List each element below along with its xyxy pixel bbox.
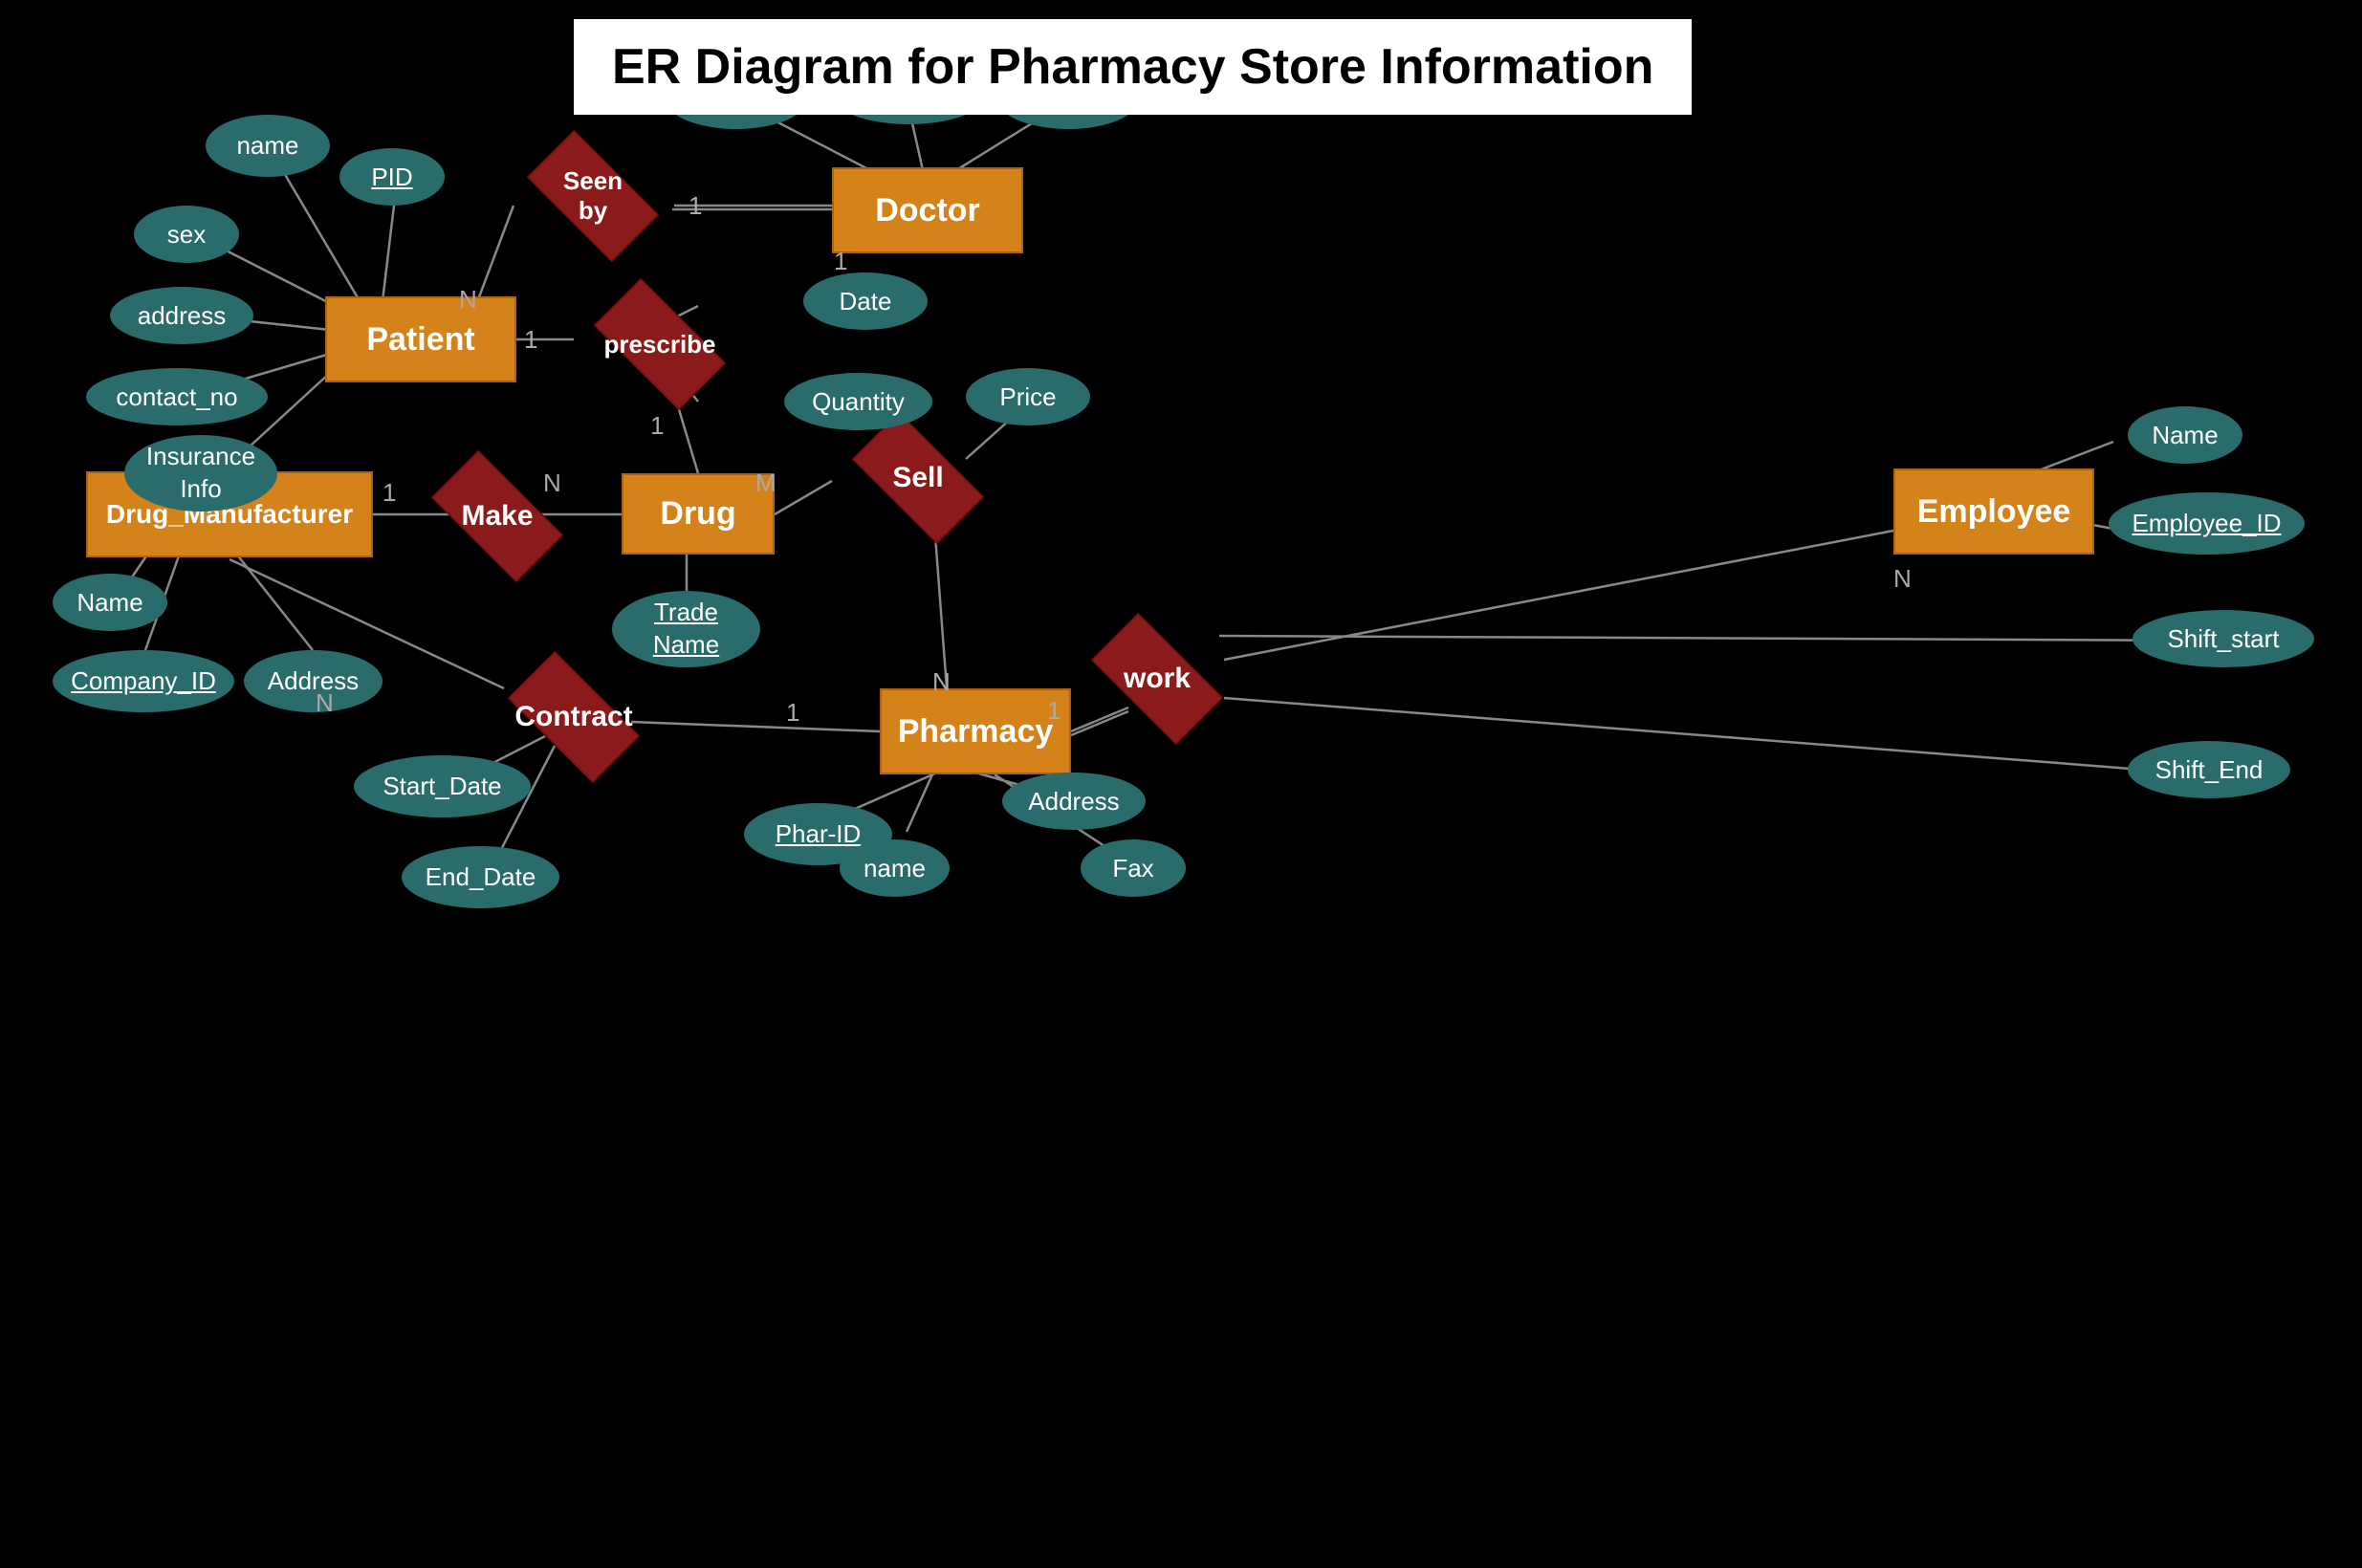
card-contract-mfr-n: N: [316, 688, 334, 718]
attr-contact-no: contact_no: [86, 368, 268, 425]
card-work-emp-n: N: [1893, 564, 1912, 594]
attr-company-id: Company_ID: [53, 650, 234, 712]
attr-name: name: [206, 115, 330, 177]
attr-insurance-info: InsuranceInfo: [124, 435, 277, 512]
card-doctor-1: 1: [834, 247, 847, 276]
card-make-n: N: [543, 468, 561, 498]
er-diagram: ER Diagram for Pharmacy Store Informatio…: [0, 0, 2362, 1568]
attr-quantity: Quantity: [784, 373, 932, 430]
card-drug-sell-m: M: [755, 468, 776, 498]
attr-sex: sex: [134, 206, 239, 263]
entity-drug: Drug: [622, 473, 775, 555]
attr-mfr-name: Name: [53, 574, 167, 631]
card-make-mfr-1: 1: [383, 478, 396, 508]
relationship-contract: Contract: [488, 669, 660, 765]
card-contract-phar-1: 1: [786, 698, 799, 728]
card-seen-doctor-1: 1: [689, 191, 702, 221]
card-prescribe-drug-1: 1: [650, 411, 664, 441]
attr-emp-name: Name: [2128, 406, 2242, 464]
diagram-title: ER Diagram for Pharmacy Store Informatio…: [574, 19, 1692, 115]
card-work-phar-n: N: [932, 667, 951, 697]
entity-doctor: Doctor: [832, 167, 1023, 253]
entity-patient: Patient: [325, 296, 516, 382]
attr-trade-name: TradeName: [612, 591, 760, 667]
relationship-seen-by: Seen by: [507, 148, 679, 244]
attr-shift-start: Shift_start: [2132, 610, 2314, 667]
attr-shift-end: Shift_End: [2128, 741, 2290, 798]
card-work-phar-1: 1: [1047, 696, 1061, 726]
attr-start-date: Start_Date: [354, 755, 531, 817]
attr-fax: Fax: [1081, 839, 1186, 897]
attr-employee-id: Employee_ID: [2109, 492, 2305, 555]
relationship-work: work: [1071, 631, 1243, 727]
attr-mfr-address: Address: [244, 650, 383, 712]
attr-end-date: End_Date: [402, 846, 559, 908]
attr-address: address: [110, 287, 253, 344]
attr-date: Date: [803, 272, 928, 330]
relationship-sell: Sell: [832, 430, 1004, 526]
attr-phar-name: name: [840, 839, 950, 897]
entity-pharmacy: Pharmacy: [880, 688, 1071, 774]
relationship-prescribe: prescribe: [574, 296, 746, 392]
attr-pid: PID: [339, 148, 445, 206]
attr-price: Price: [966, 368, 1090, 425]
entity-employee: Employee: [1893, 468, 2094, 555]
card-patient-prescribe-1: 1: [524, 325, 537, 355]
attr-phar-address: Address: [1002, 773, 1146, 830]
card-patient-seen-n: N: [459, 285, 477, 315]
